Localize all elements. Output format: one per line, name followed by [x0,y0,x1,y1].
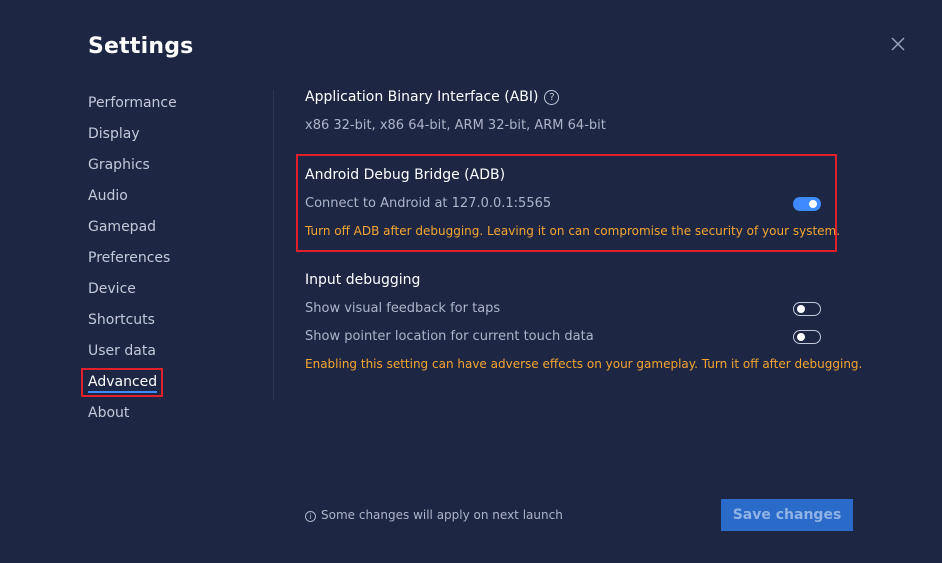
sidebar-item-label: Graphics [88,157,150,173]
adb-section-title: Android Debug Bridge (ADB) [305,167,506,183]
highlight-box [81,368,163,397]
sidebar-item-display[interactable]: Display [88,125,268,156]
sidebar-item-graphics[interactable]: Graphics [88,156,268,187]
sidebar-item-label: Audio [88,188,128,204]
adb-toggle[interactable] [793,197,821,211]
toggle-knob [797,304,805,313]
sidebar-item-device[interactable]: Device [88,280,268,311]
taps-feedback-label: Show visual feedback for taps [305,301,501,316]
save-changes-button[interactable]: Save changes [721,499,853,531]
close-icon[interactable] [889,35,907,53]
sidebar-item-about[interactable]: About [88,404,268,435]
info-icon: i [305,511,316,522]
toggle-knob [797,332,805,341]
help-icon[interactable]: ? [544,90,560,105]
toggle-knob [809,200,817,208]
settings-sidebar: Performance Display Graphics Audio Gamep… [81,94,268,435]
input-debugging-title: Input debugging [305,272,421,288]
abi-title-label: Application Binary Interface (ABI) [305,89,539,105]
adb-connect-label: Connect to Android at 127.0.0.1:5565 [305,196,552,211]
input-debugging-warning: Enabling this setting can have adverse e… [305,357,863,371]
sidebar-item-label: Device [88,281,136,297]
sidebar-item-label: About [88,405,130,421]
sidebar-item-gamepad[interactable]: Gamepad [88,218,268,249]
taps-feedback-toggle[interactable] [793,302,821,316]
abi-value: x86 32-bit, x86 64-bit, ARM 32-bit, ARM … [305,118,606,133]
sidebar-item-label: Performance [88,95,177,111]
sidebar-item-label: Display [88,126,140,142]
sidebar-item-label: Preferences [88,250,171,266]
sidebar-item-advanced[interactable]: Advanced [81,368,268,404]
sidebar-item-audio[interactable]: Audio [88,187,268,218]
footer-note: i Some changes will apply on next launch [305,508,563,522]
sidebar-item-performance[interactable]: Performance [88,94,268,125]
sidebar-divider [273,90,274,400]
sidebar-item-label: User data [88,343,156,359]
abi-section-title: Application Binary Interface (ABI)? [305,89,560,105]
sidebar-item-label: Gamepad [88,219,157,235]
sidebar-item-preferences[interactable]: Preferences [88,249,268,280]
sidebar-item-label: Shortcuts [88,312,155,328]
footer-note-text: Some changes will apply on next launch [321,508,563,522]
pointer-location-toggle[interactable] [793,330,821,344]
pointer-location-label: Show pointer location for current touch … [305,329,594,344]
page-title: Settings [88,34,194,59]
sidebar-item-shortcuts[interactable]: Shortcuts [88,311,268,342]
adb-warning: Turn off ADB after debugging. Leaving it… [305,224,841,238]
